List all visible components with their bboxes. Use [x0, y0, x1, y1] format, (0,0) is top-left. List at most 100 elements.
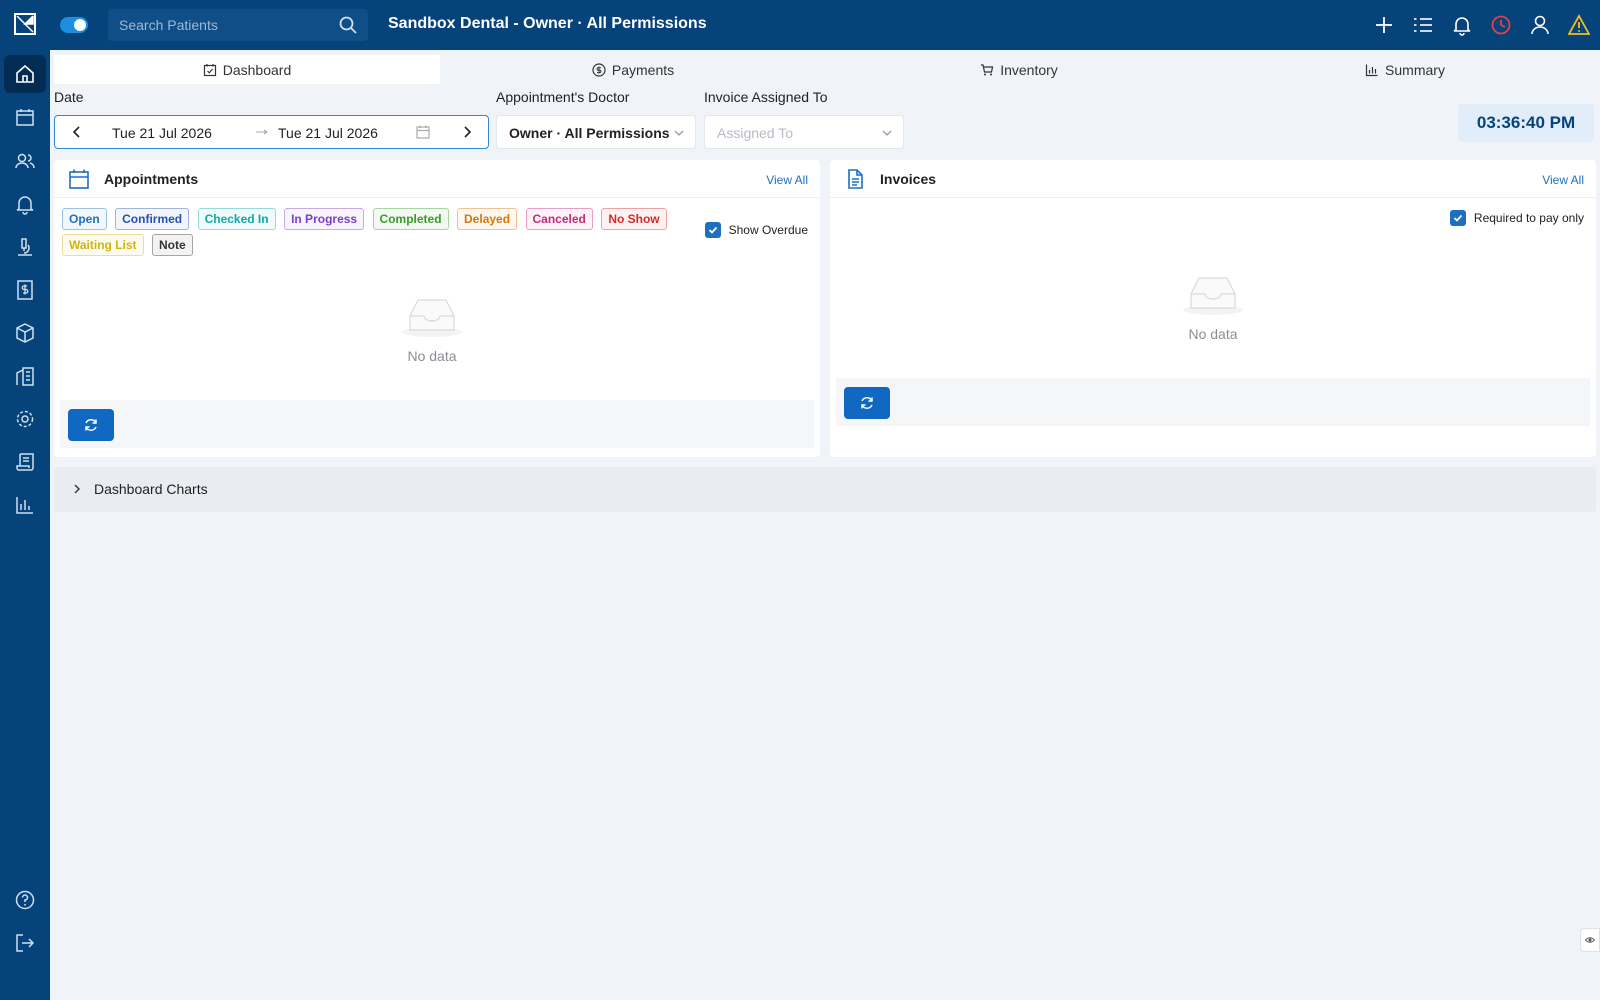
sidebar-item-calendar[interactable] [4, 98, 46, 136]
status-chip-open[interactable]: Open [62, 208, 107, 230]
status-chip-waiting-list[interactable]: Waiting List [62, 234, 144, 256]
required-to-pay-checkbox[interactable]: Required to pay only [1449, 210, 1584, 226]
dollar-doc-icon [17, 280, 33, 300]
chevron-down-icon [674, 130, 684, 136]
main-tabs: Dashboard Payments Inventory Summary [54, 55, 1600, 84]
invoice-assigned-select[interactable]: Assigned To [704, 115, 904, 149]
bar-chart-icon [16, 497, 33, 514]
appointments-view-all-link[interactable]: View All [766, 173, 808, 187]
gear-icon [16, 410, 34, 428]
list-icon[interactable] [1412, 14, 1434, 36]
sidebar-item-patients[interactable] [4, 142, 46, 180]
dashboard-charts-collapse[interactable]: Dashboard Charts [54, 467, 1596, 512]
doctor-label: Appointment's Doctor [496, 89, 630, 105]
clock-display: 03:36:40 PM [1458, 104, 1594, 142]
show-overdue-label: Show Overdue [728, 223, 808, 237]
tab-summary[interactable]: Summary [1212, 55, 1598, 84]
logout-icon [16, 934, 35, 952]
eye-icon [1585, 937, 1595, 943]
chevron-left-icon[interactable] [69, 124, 85, 140]
appointments-refresh-button[interactable] [68, 409, 114, 441]
tab-label: Dashboard [222, 61, 292, 78]
calendar-icon[interactable] [415, 124, 431, 140]
clock-alert-icon[interactable] [1490, 14, 1512, 36]
doctor-select[interactable]: Owner · All Permissions [496, 115, 696, 149]
sidebar-item-notifications[interactable] [4, 185, 46, 223]
sidebar-item-home[interactable] [4, 55, 46, 93]
checkbox-checked-icon [704, 222, 721, 238]
sidebar-item-settings[interactable] [4, 400, 46, 438]
status-chip-no-show[interactable]: No Show [601, 208, 667, 230]
chevron-right-icon [74, 484, 80, 494]
sidebar-item-help[interactable] [4, 881, 46, 919]
plus-icon[interactable] [1373, 14, 1395, 36]
arrow-right-icon [256, 129, 268, 135]
date-range-picker[interactable]: Tue 21 Jul 2026 Tue 21 Jul 2026 [54, 115, 489, 149]
dashboard-charts-label: Dashboard Charts [94, 481, 208, 497]
chevron-right-icon[interactable] [459, 124, 475, 140]
appointments-empty-text: No data [407, 348, 457, 364]
status-chip-canceled[interactable]: Canceled [525, 208, 593, 230]
sidebar-item-clinic[interactable] [4, 357, 46, 395]
panel-divider [54, 197, 820, 198]
invoices-empty-text: No data [1188, 326, 1238, 342]
status-filter-chips: Open Confirmed Checked In In Progress Co… [62, 208, 702, 260]
page-title: Sandbox Dental - Owner · All Permissions [388, 15, 707, 32]
app-logo-icon[interactable] [14, 13, 36, 35]
status-chip-completed[interactable]: Completed [372, 208, 449, 230]
appointments-footer [60, 400, 814, 448]
side-eye-tab[interactable] [1580, 928, 1600, 952]
bell-icon[interactable] [1451, 14, 1473, 36]
bell-icon [16, 196, 34, 215]
dollar-circle-icon [592, 62, 606, 77]
invoices-title: Invoices [880, 171, 937, 187]
doctor-select-value: Owner · All Permissions [509, 125, 670, 141]
search-icon[interactable] [338, 15, 358, 35]
sidebar-item-reports[interactable] [4, 443, 46, 481]
date-to-input[interactable]: Tue 21 Jul 2026 [278, 125, 378, 141]
show-overdue-checkbox[interactable]: Show Overdue [704, 222, 808, 238]
invoices-view-all-link[interactable]: View All [1542, 173, 1584, 187]
user-icon[interactable] [1529, 14, 1551, 36]
warning-icon[interactable] [1568, 14, 1590, 36]
status-chip-checked-in[interactable]: Checked In [197, 208, 276, 230]
sidebar-item-billing[interactable] [4, 271, 46, 309]
refresh-icon [85, 419, 97, 431]
tab-dashboard[interactable]: Dashboard [54, 55, 440, 84]
invoices-empty-state: No data [1181, 272, 1245, 342]
invoice-assigned-placeholder: Assigned To [717, 125, 794, 141]
sidebar-item-logout[interactable] [4, 924, 46, 962]
date-label: Date [54, 89, 84, 105]
tab-label: Summary [1385, 61, 1445, 78]
search-box[interactable]: Search Patients [108, 9, 368, 41]
tab-inventory[interactable]: Inventory [826, 55, 1212, 84]
status-chip-delayed[interactable]: Delayed [457, 208, 518, 230]
invoices-panel: Invoices View All Required to pay only N… [830, 160, 1596, 457]
panel-divider [830, 197, 1596, 198]
sidebar-item-lab[interactable] [4, 228, 46, 266]
scroll-icon [16, 453, 34, 471]
invoices-refresh-button[interactable] [844, 387, 890, 419]
chevron-down-icon [882, 130, 892, 136]
tab-payments[interactable]: Payments [440, 55, 826, 84]
empty-inbox-icon [402, 299, 462, 337]
sidebar [0, 50, 50, 1000]
tab-label: Inventory [1000, 61, 1058, 78]
building-icon [16, 367, 34, 386]
sidebar-item-analytics[interactable] [4, 486, 46, 524]
search-input[interactable]: Search Patients [119, 17, 218, 33]
document-icon [848, 169, 863, 189]
sidebar-toggle[interactable] [60, 17, 88, 33]
box-icon [16, 323, 34, 343]
sidebar-item-inventory[interactable] [4, 314, 46, 352]
date-from-input[interactable]: Tue 21 Jul 2026 [112, 125, 212, 141]
status-chip-note[interactable]: Note [152, 234, 193, 256]
refresh-icon [861, 397, 873, 409]
cart-icon [981, 63, 994, 75]
tab-label: Payments [611, 61, 675, 78]
microscope-icon [18, 238, 32, 256]
status-chip-confirmed[interactable]: Confirmed [115, 208, 190, 230]
bar-chart-icon [1365, 64, 1378, 76]
checkbox-checked-icon [1449, 210, 1466, 226]
status-chip-in-progress[interactable]: In Progress [284, 208, 365, 230]
